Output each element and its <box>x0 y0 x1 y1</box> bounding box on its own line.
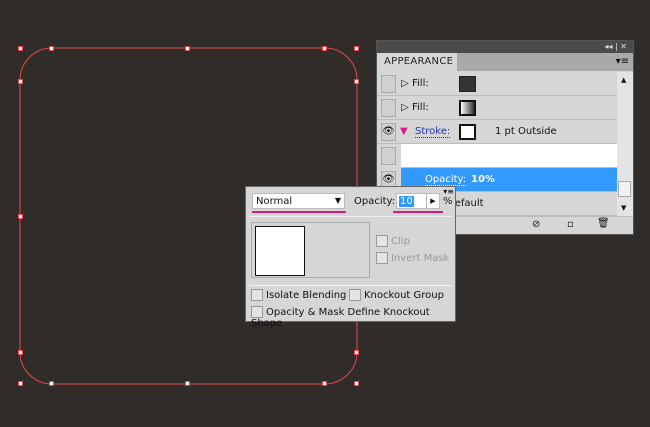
expand-triangle-icon[interactable]: ▷ <box>401 78 409 89</box>
collapse-triangle-icon[interactable]: ▼ <box>400 126 408 137</box>
invert-mask-checkbox[interactable]: Invert Mask <box>376 252 449 264</box>
stroke-link[interactable]: Stroke: <box>415 126 451 138</box>
blend-mode-dropdown[interactable]: Normal ▼ <box>252 193 345 209</box>
panel-menu-icon[interactable]: ▾≡ <box>443 187 454 196</box>
chevron-down-icon[interactable]: ▼ <box>335 196 341 205</box>
fill-row[interactable]: ▷ Fill: <box>377 72 617 96</box>
anchor-handle[interactable] <box>322 46 327 51</box>
anchor-handle[interactable] <box>322 381 327 386</box>
anchor-handle[interactable] <box>354 46 359 51</box>
anchor-handle[interactable] <box>354 350 359 355</box>
fill-row[interactable]: ▷ Fill: <box>377 96 617 120</box>
stroke-row[interactable]: 👁 ▼ Stroke: 1 pt Outside <box>377 120 617 144</box>
panel-menu-icon[interactable]: ▾≡ <box>616 56 629 67</box>
anchor-handle[interactable] <box>18 214 23 219</box>
eye-icon[interactable]: 👁 <box>381 123 396 141</box>
visibility-toggle[interactable] <box>381 147 396 165</box>
opacity-arrow-button[interactable]: ▶ <box>426 194 439 208</box>
visibility-toggle[interactable] <box>381 75 396 93</box>
anchor-handle[interactable] <box>354 381 359 386</box>
thumbnail-area <box>251 222 370 278</box>
scrollbar[interactable]: ▲ ▼ <box>617 72 633 216</box>
panel-titlebar[interactable]: ◂◂ | ✕ <box>377 41 633 53</box>
scroll-up-icon[interactable]: ▲ <box>621 76 626 84</box>
divider <box>249 216 452 217</box>
annotation-underline <box>393 211 443 213</box>
define-knockout-checkbox[interactable]: Opacity & Mask Define Knockout Shape <box>251 306 455 329</box>
visibility-toggle[interactable] <box>381 99 396 117</box>
knockout-group-checkbox[interactable]: Knockout Group <box>349 289 444 301</box>
transparency-panel: Normal ▼ Opacity: 10 ▶ % ▾≡ Clip Invert … <box>245 186 456 329</box>
clear-appearance-icon[interactable]: ⊘ <box>532 219 540 230</box>
expand-triangle-icon[interactable]: ▷ <box>401 102 409 113</box>
tab-row: APPEARANCE ▾≡ <box>377 53 633 71</box>
anchor-handle[interactable] <box>49 381 54 386</box>
annotation-underline <box>252 211 346 213</box>
clip-checkbox[interactable]: Clip <box>376 235 410 247</box>
anchor-handle[interactable] <box>354 79 359 84</box>
anchor-handle[interactable] <box>185 381 190 386</box>
scroll-down-icon[interactable]: ▼ <box>621 204 626 212</box>
scroll-thumb[interactable] <box>618 181 631 197</box>
isolate-blending-checkbox[interactable]: Isolate Blending <box>251 289 346 301</box>
fill-swatch[interactable] <box>459 76 476 92</box>
anchor-handle[interactable] <box>18 46 23 51</box>
anchor-handle[interactable] <box>18 381 23 386</box>
anchor-handle[interactable] <box>49 46 54 51</box>
gradient-swatch[interactable] <box>459 100 476 116</box>
stroke-swatch[interactable] <box>459 124 476 140</box>
divider <box>249 285 452 286</box>
anchor-handle[interactable] <box>185 46 190 51</box>
anchor-handle[interactable] <box>18 79 23 84</box>
delete-icon[interactable]: 🗑 <box>597 218 610 229</box>
duplicate-item-icon[interactable]: ▫ <box>567 219 574 230</box>
object-thumbnail[interactable] <box>255 226 305 276</box>
opacity-input[interactable]: 10 ▶ <box>396 193 440 209</box>
anchor-handle[interactable] <box>18 350 23 355</box>
tab-appearance[interactable]: APPEARANCE <box>377 53 457 71</box>
blank-row <box>401 144 617 168</box>
